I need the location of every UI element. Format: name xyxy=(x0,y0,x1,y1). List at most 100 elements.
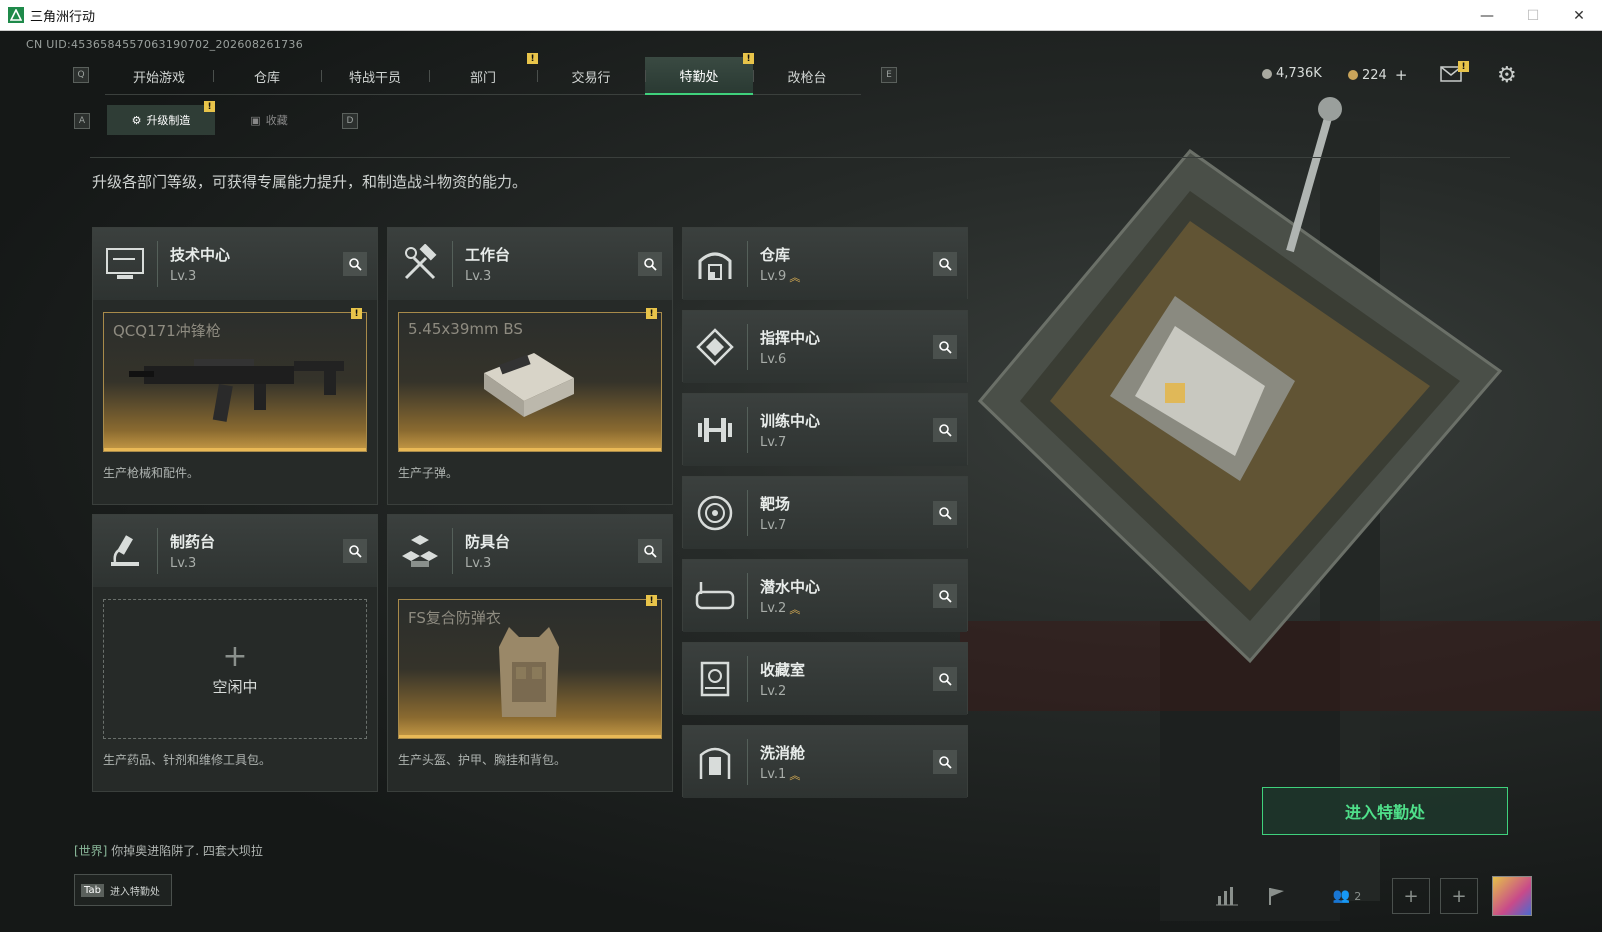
card-title: 训练中心 xyxy=(760,412,821,430)
armor-alert-badge: ! xyxy=(646,595,657,606)
tab-start-game[interactable]: 开始游戏 xyxy=(105,57,213,95)
tab-special-ops[interactable]: 特勤处 xyxy=(645,57,753,95)
warehouse-icon xyxy=(683,228,747,300)
silver-coin-icon xyxy=(1262,68,1272,79)
tab-departments[interactable]: 部门 xyxy=(429,57,537,95)
maximize-button[interactable]: ☐ xyxy=(1510,0,1556,31)
dumbbell-icon xyxy=(683,394,747,466)
smg-image xyxy=(129,359,344,422)
card-level: Lv.3 xyxy=(465,269,492,284)
search-icon[interactable] xyxy=(933,584,957,608)
card-training-center[interactable]: 训练中心 Lv.7 xyxy=(682,393,968,466)
next-tab-key-hint: E xyxy=(881,67,897,83)
card-title: 技术中心 xyxy=(170,246,231,264)
card-collection-room[interactable]: 收藏室 Lv.2 xyxy=(682,642,968,715)
card-level: Lv.1 xyxy=(760,767,787,782)
subtab-collection[interactable]: ▣ 收藏 xyxy=(215,105,323,135)
add-teammate-button-1[interactable]: + xyxy=(1392,878,1430,914)
tab-gunsmith[interactable]: 改枪台 xyxy=(753,57,861,95)
prev-tab-key-hint: Q xyxy=(73,67,89,83)
card-title: 洗消舱 xyxy=(760,743,806,762)
product-name: 5.45x39mm BS xyxy=(408,320,523,338)
search-icon[interactable] xyxy=(933,667,957,691)
chat-text: 你掉奥进陷阱了. 四套大坝拉 xyxy=(111,844,263,858)
search-icon[interactable] xyxy=(343,539,367,563)
tab-warehouse[interactable]: 仓库 xyxy=(213,57,321,95)
mail-alert-badge: ! xyxy=(1458,61,1469,72)
product-base xyxy=(104,448,366,451)
add-gold-button[interactable]: + xyxy=(1395,66,1408,84)
card-level: Lv.6 xyxy=(760,352,787,367)
search-icon[interactable] xyxy=(933,252,957,276)
squad-count: 2 xyxy=(1354,889,1362,903)
enter-special-ops-button[interactable]: 进入特勤处 xyxy=(1262,787,1508,835)
window-title: 三角洲行动 xyxy=(30,9,96,25)
player-avatar[interactable] xyxy=(1492,876,1532,916)
tab-market[interactable]: 交易行 xyxy=(537,57,645,95)
page-intro: 升级各部门等级，可获得专属能力提升，和制造战斗物资的能力。 xyxy=(92,173,528,191)
close-button[interactable]: ✕ xyxy=(1556,0,1602,31)
search-icon[interactable] xyxy=(343,252,367,276)
minimize-button[interactable]: — xyxy=(1464,0,1510,31)
card-pharmacy[interactable]: 制药台 Lv.3 + 空闲中 生产药品、针剂和维修工具包。 xyxy=(92,514,378,792)
tab-shortcut-hint[interactable]: Tab 进入特勤处 xyxy=(74,874,172,906)
card-description: 生产药品、针剂和维修工具包。 xyxy=(103,753,272,767)
production-slot[interactable]: FS复合防弹衣 xyxy=(398,599,662,739)
plus-icon: + xyxy=(222,638,248,674)
divider xyxy=(90,157,1510,158)
subtab-upgrade-craft[interactable]: ⚙ 升级制造 xyxy=(107,105,215,135)
card-level: Lv.3 xyxy=(170,556,197,571)
card-armor-bench[interactable]: 防具台 Lv.3 FS复合防弹衣 ! 生产头盔、护甲、胸挂和背包。 xyxy=(387,514,673,792)
production-slot[interactable]: QCQ171冲锋枪 xyxy=(103,312,367,452)
card-level: Lv.2 xyxy=(760,684,787,699)
card-level: Lv.7 xyxy=(760,518,787,533)
card-level: Lv.3 xyxy=(465,556,492,571)
flag-icon[interactable] xyxy=(1258,878,1296,914)
chat-channel: [世界] xyxy=(74,844,108,858)
card-warehouse[interactable]: 仓库 Lv.9 ︽ xyxy=(682,227,968,300)
product-base xyxy=(399,448,661,451)
upgrade-chevron-icon: ︽ xyxy=(789,768,801,782)
product-name: QCQ171冲锋枪 xyxy=(113,322,221,340)
card-description: 生产枪械和配件。 xyxy=(103,466,200,480)
card-tech-center[interactable]: 技术中心 Lv.3 QCQ171冲锋枪 ! 生产枪械和配件。 xyxy=(92,227,378,505)
departments-alert-badge: ! xyxy=(527,53,538,64)
tab-operators[interactable]: 特战干员 xyxy=(321,57,429,95)
product-name: FS复合防弹衣 xyxy=(408,609,501,627)
squad-members[interactable]: 👥 2 xyxy=(1322,878,1372,914)
subtab-collection-label: 收藏 xyxy=(265,114,288,127)
card-workbench[interactable]: 工作台 Lv.3 5.45x39mm BS ! 生产子弹。 xyxy=(387,227,673,505)
prev-subtab-key-hint: A xyxy=(74,113,90,129)
gold-coin-icon xyxy=(1348,70,1358,80)
target-icon xyxy=(683,477,747,549)
search-icon[interactable] xyxy=(933,335,957,359)
gold-currency: 224 + xyxy=(1348,66,1407,84)
plus-icon: + xyxy=(1403,885,1419,907)
search-icon[interactable] xyxy=(933,418,957,442)
add-teammate-button-2[interactable]: + xyxy=(1440,878,1478,914)
card-title: 靶场 xyxy=(760,495,791,513)
body-armor-image xyxy=(499,627,559,717)
world-chat-line[interactable]: [世界] 你掉奥进陷阱了. 四套大坝拉 xyxy=(74,842,263,859)
search-icon[interactable] xyxy=(933,501,957,525)
card-shooting-range[interactable]: 靶场 Lv.7 xyxy=(682,476,968,549)
search-icon[interactable] xyxy=(933,750,957,774)
card-diving-center[interactable]: 潜水中心 Lv.2 ︽ xyxy=(682,559,968,632)
search-icon[interactable] xyxy=(638,539,662,563)
stats-chart-icon[interactable] xyxy=(1208,878,1246,914)
search-icon[interactable] xyxy=(638,252,662,276)
card-command-center[interactable]: 指挥中心 Lv.6 xyxy=(682,310,968,383)
game-viewport: CN UID:4536584557063190702_202608261736 … xyxy=(0,31,1602,932)
card-level: Lv.2 xyxy=(760,601,787,616)
product-base xyxy=(399,735,661,738)
ammo-box-image xyxy=(484,353,574,417)
command-chip-icon xyxy=(683,311,747,383)
hammer-wrench-icon xyxy=(388,228,452,300)
computer-icon xyxy=(93,228,157,300)
microscope-icon xyxy=(93,515,157,587)
card-title: 制药台 xyxy=(170,533,216,551)
idle-production-slot[interactable]: + 空闲中 xyxy=(103,599,367,739)
card-decon-chamber[interactable]: 洗消舱 Lv.1 ︽ xyxy=(682,725,968,798)
production-slot[interactable]: 5.45x39mm BS xyxy=(398,312,662,452)
settings-gear-icon[interactable]: ⚙ xyxy=(1497,63,1517,88)
